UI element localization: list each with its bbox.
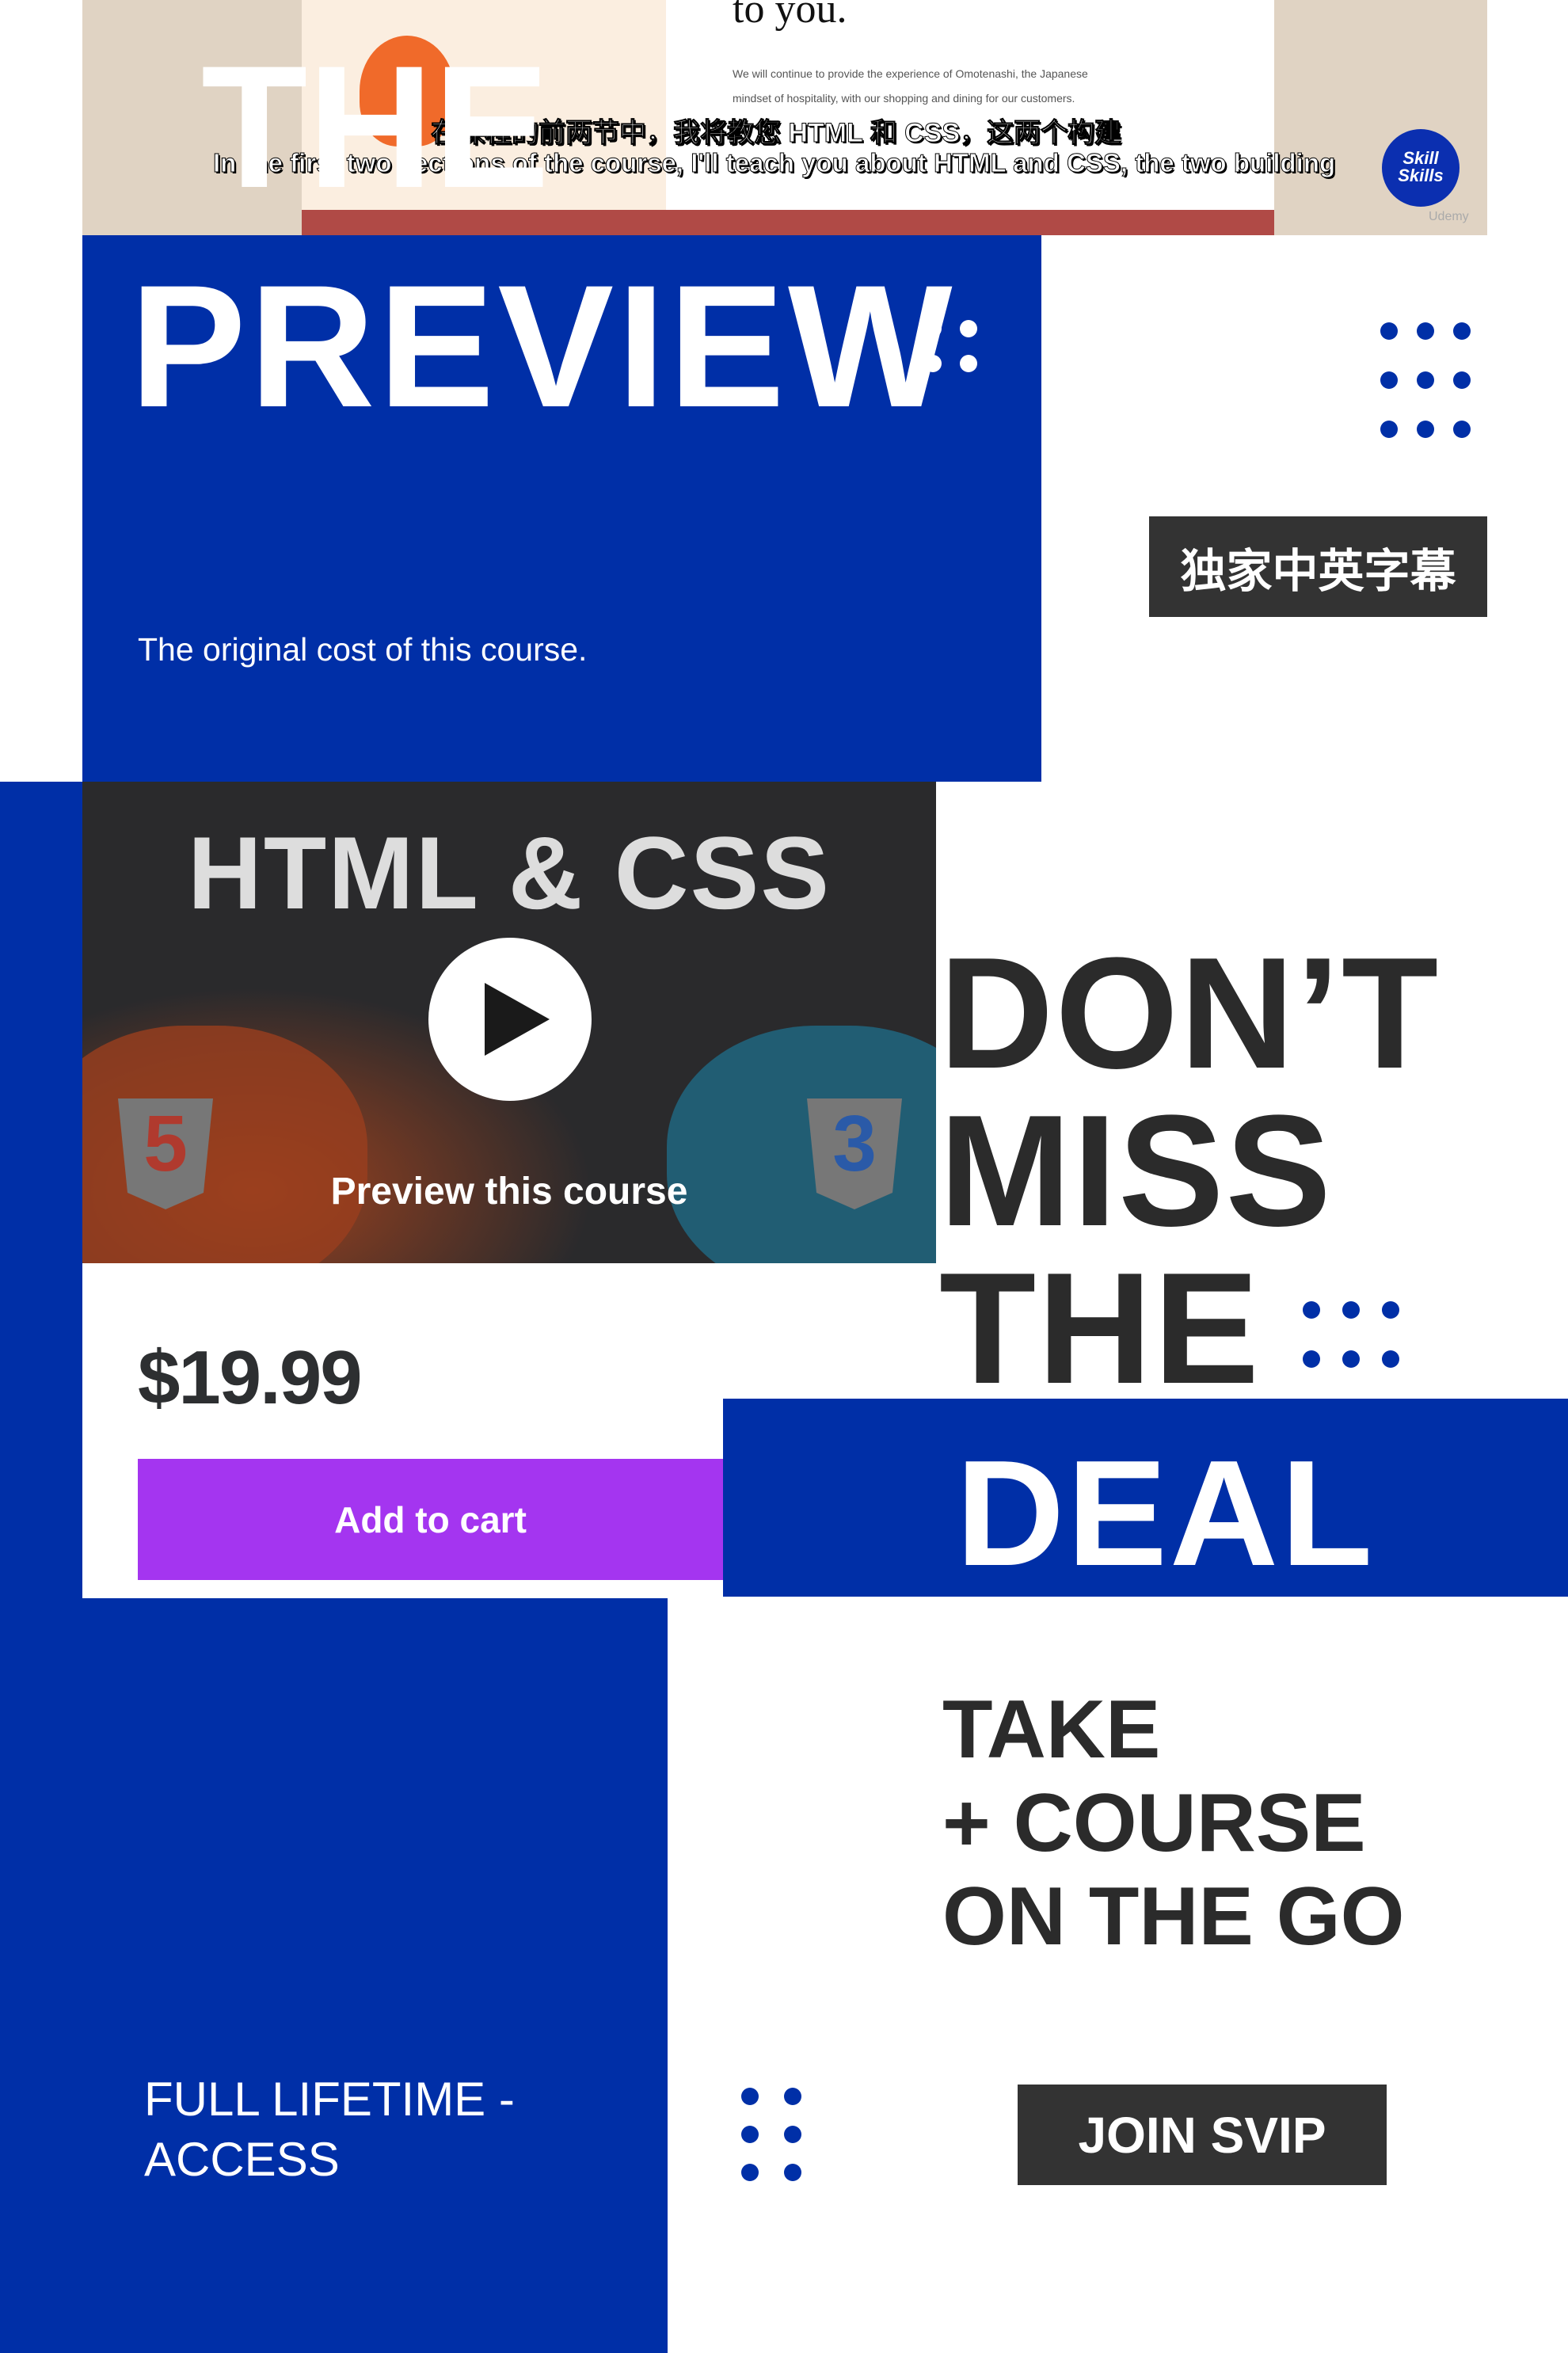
dot — [1417, 371, 1434, 389]
dot — [1417, 421, 1434, 438]
overlay-word: THE — [201, 29, 550, 224]
dot — [1342, 1350, 1360, 1368]
preview-caption: The original cost of this course. — [138, 631, 588, 668]
deal-line1: DON’T — [939, 925, 1441, 1102]
promo-line2: + COURSE — [942, 1777, 1366, 1869]
dot — [1303, 1301, 1320, 1319]
dot — [1380, 371, 1398, 389]
dot — [1382, 1350, 1399, 1368]
lifetime-panel: FULL LIFETIME - ACCESS — [0, 1598, 668, 2353]
promo-line3: ON THE GO — [942, 1871, 1405, 1963]
preview-panel: PREVIEW The original cost of this course… — [82, 235, 1041, 782]
dot — [1380, 322, 1398, 340]
promo-line1: TAKE — [942, 1684, 1161, 1776]
course-screenshot: to you. We will continue to provide the … — [82, 0, 1487, 235]
play-button[interactable] — [428, 938, 592, 1101]
promo-text: TAKE + COURSE ON THE GO — [942, 1683, 1405, 1963]
dot — [741, 2088, 759, 2105]
blue-strip — [0, 782, 82, 1598]
dot — [784, 2164, 801, 2181]
hero-heading: to you. — [733, 0, 847, 32]
dot — [924, 320, 942, 337]
dot — [1453, 322, 1471, 340]
dot — [784, 2126, 801, 2143]
preview-title: PREVIEW — [130, 249, 956, 444]
dot — [784, 2088, 801, 2105]
dot — [960, 320, 977, 337]
price: $19.99 — [138, 1335, 363, 1420]
lifetime-line1: FULL LIFETIME - — [144, 2073, 515, 2126]
dot — [1303, 1350, 1320, 1368]
dot — [1380, 421, 1398, 438]
dot — [741, 2164, 759, 2181]
dot — [1417, 322, 1434, 340]
play-icon — [485, 983, 550, 1056]
preview-label[interactable]: Preview this course — [82, 1170, 936, 1213]
deal-banner: DEAL — [723, 1399, 1568, 1597]
dot-grid — [1380, 322, 1475, 438]
deal-line3: THE — [939, 1240, 1261, 1417]
skillskills-logo: Skill Skills — [1382, 129, 1460, 207]
dot-grid — [741, 2088, 813, 2183]
dot — [1453, 421, 1471, 438]
dot — [1342, 1301, 1360, 1319]
dot-grid — [1303, 1301, 1406, 1368]
add-to-cart-button[interactable]: Add to cart — [138, 1459, 723, 1580]
subtitle-badge: 独家中英字幕 — [1149, 516, 1487, 617]
video-title: HTML & CSS — [187, 815, 832, 931]
udemy-watermark: Udemy — [1429, 210, 1469, 223]
dot — [1453, 371, 1471, 389]
course-preview-video[interactable]: HTML & CSS 5 3 Preview this course — [82, 782, 936, 1263]
deal-line2: MISS — [939, 1083, 1333, 1259]
dot — [924, 355, 942, 372]
dot — [1382, 1301, 1399, 1319]
hero-body-2: mindset of hospitality, with our shoppin… — [733, 92, 1075, 105]
hero-body-1: We will continue to provide the experien… — [733, 67, 1088, 80]
dot — [741, 2126, 759, 2143]
dot — [960, 355, 977, 372]
deal-line4: DEAL — [956, 1430, 1376, 1597]
lifetime-line2: ACCESS — [144, 2133, 340, 2186]
join-svip-button[interactable]: JOIN SVIP — [1018, 2085, 1387, 2185]
